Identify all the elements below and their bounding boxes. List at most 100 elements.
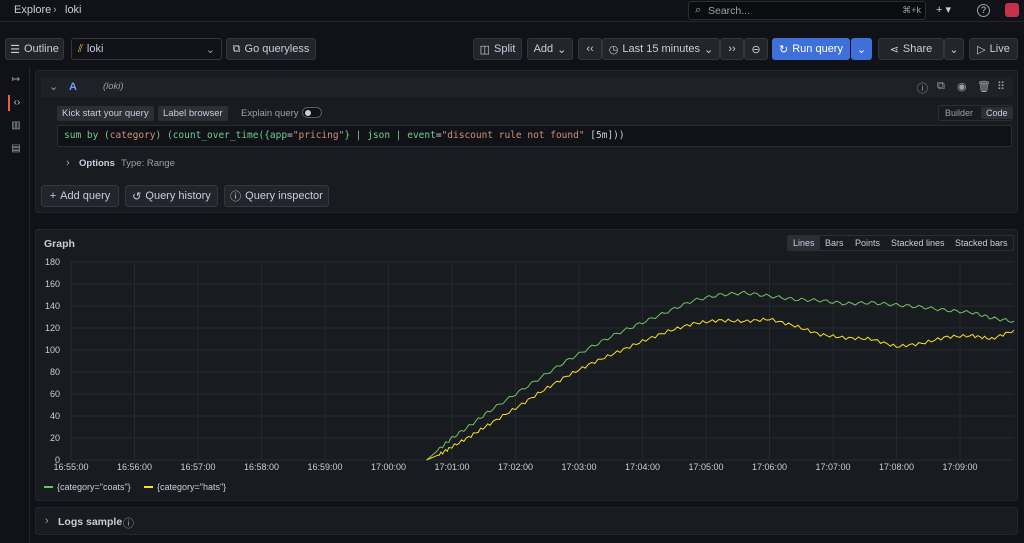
split-label: Split [494, 43, 516, 55]
chevron-down-icon: ⌄ [856, 43, 867, 56]
refresh-icon: ↻ [779, 43, 789, 56]
label-browser-button[interactable]: Label browser [158, 106, 228, 121]
query-help-icon[interactable]: ⓘ [917, 80, 928, 96]
share-icon: ⋖ [889, 43, 899, 56]
list-icon: ☰ [10, 43, 20, 56]
add-query-button[interactable]: + Add query [41, 185, 119, 207]
expr-app-value: "pricing" [292, 130, 345, 141]
eye-icon[interactable]: ◉ [957, 80, 967, 93]
query-letter[interactable]: A [69, 81, 77, 93]
expr-range: [5m])) [584, 130, 625, 141]
y-tick-label: 180 [45, 257, 60, 267]
live-label: Live [989, 43, 1010, 55]
share-button[interactable]: ⋖ Share [878, 38, 944, 60]
options-summary: Type: Range [121, 158, 175, 169]
expr-event-value: "discount rule not found" [441, 130, 585, 141]
history-icon: ↺ [132, 190, 142, 203]
y-tick-label: 140 [45, 301, 60, 311]
query-code-editor[interactable]: sum by (category) (count_over_time({app=… [57, 125, 1012, 147]
x-tick-label: 16:55:00 [53, 462, 88, 472]
x-tick-label: 16:59:00 [307, 462, 342, 472]
top-bar: Explore › loki ⌕ Search... ⌘+k + ▾ ? [0, 0, 1024, 22]
editor-mode-switch: Builder Code [938, 105, 1013, 121]
add-button[interactable]: Add ⌄ [527, 38, 573, 60]
explain-query-toggle[interactable] [302, 107, 322, 118]
search-input[interactable]: ⌕ Search... ⌘+k [688, 1, 926, 20]
time-back-button[interactable]: ‹‹ [578, 38, 602, 60]
y-tick-label: 60 [50, 389, 60, 399]
code-icon[interactable]: ‹› [8, 95, 24, 111]
run-query-label: Run query [792, 43, 843, 55]
outline-button[interactable]: ☰ Outline [5, 38, 64, 60]
x-tick-label: 17:06:00 [752, 462, 787, 472]
share-label: Share [902, 43, 933, 55]
graph-panel: Graph Lines Bars Points Stacked lines St… [35, 229, 1018, 501]
expand-icon[interactable]: ↦ [8, 72, 24, 88]
logs-sample-title[interactable]: Logs sample [58, 516, 122, 528]
datasource-picker[interactable]: ⫽ loki ⌄ [71, 38, 222, 60]
y-tick-label: 20 [50, 433, 60, 443]
go-queryless-label: Go queryless [244, 43, 310, 55]
kick-start-button[interactable]: Kick start your query [57, 106, 154, 121]
line-chart[interactable]: 02040608010012014016018016:55:00 16:56:00… [36, 230, 1019, 502]
zoom-out-button[interactable]: ⊖ [744, 38, 768, 60]
split-button[interactable]: ◫ Split [473, 38, 522, 60]
options-chevron-icon[interactable]: › [66, 157, 70, 169]
x-tick-label: 17:00:00 [371, 462, 406, 472]
logs-icon[interactable]: ▤ [8, 141, 24, 157]
logs-chevron-icon[interactable]: › [45, 515, 49, 527]
query-inspector-label: Query inspector [245, 190, 323, 202]
bar-chart-icon[interactable]: ▥ [8, 118, 24, 134]
builder-mode-tab[interactable]: Builder [945, 108, 973, 118]
x-tick-label: 17:05:00 [688, 462, 723, 472]
duplicate-icon[interactable]: ⧉ [937, 80, 945, 93]
series-line-coats [426, 290, 1015, 461]
x-tick-label: 17:02:00 [498, 462, 533, 472]
x-tick-label: 17:03:00 [561, 462, 596, 472]
query-inspector-button[interactable]: ⓘ Query inspector [224, 185, 329, 207]
y-tick-label: 160 [45, 279, 60, 289]
clock-icon: ◷ [608, 43, 619, 56]
breadcrumb-loki[interactable]: loki [65, 4, 82, 16]
options-toggle[interactable]: Options [79, 158, 115, 169]
time-range-picker[interactable]: ◷ Last 15 minutes ⌄ [602, 38, 720, 60]
x-tick-label: 16:58:00 [244, 462, 279, 472]
run-query-options-button[interactable]: ⌄ [851, 38, 872, 60]
breadcrumb-explore[interactable]: Explore [14, 4, 51, 16]
breadcrumb-separator: › [53, 4, 57, 16]
avatar[interactable] [1005, 3, 1019, 17]
play-icon: ▷ [977, 43, 986, 56]
query-editor-panel: ⌄ A (loki) ⓘ ⧉ ◉ 🗑 ⠿ Kick start your que… [35, 70, 1018, 213]
expr-event: event [407, 130, 436, 141]
go-queryless-button[interactable]: ⧉ Go queryless [226, 38, 316, 60]
search-icon: ⌕ [695, 4, 702, 16]
help-button[interactable]: ? [977, 4, 990, 17]
x-tick-label: 17:01:00 [434, 462, 469, 472]
logs-sample-panel[interactable]: › Logs sample ⓘ [35, 507, 1018, 535]
y-tick-label: 100 [45, 345, 60, 355]
query-history-button[interactable]: ↺ Query history [125, 185, 218, 207]
query-datasource: (loki) [103, 81, 124, 92]
plus-icon: + [49, 190, 57, 202]
x-tick-label: 16:56:00 [117, 462, 152, 472]
run-query-button[interactable]: ↻ Run query [772, 38, 850, 60]
search-shortcut: ⌘+k [902, 5, 921, 15]
time-forward-button[interactable]: ›› [720, 38, 744, 60]
share-options-button[interactable]: ⌄ [944, 38, 964, 60]
chevron-down-icon: ⌄ [557, 43, 567, 56]
y-tick-label: 120 [45, 323, 60, 333]
series-line-hats [426, 317, 1015, 461]
x-tick-label: 17:09:00 [943, 462, 978, 472]
trash-icon[interactable]: 🗑 [977, 80, 991, 93]
drag-handle-icon[interactable]: ⠿ [997, 80, 1005, 93]
live-button[interactable]: ▷ Live [969, 38, 1018, 60]
expr-json: } | json | [344, 130, 408, 141]
new-menu-button[interactable]: + ▾ [936, 3, 951, 16]
search-placeholder: Search... [708, 5, 751, 17]
collapse-chevron-icon[interactable]: ⌄ [49, 80, 58, 93]
add-query-label: Add query [60, 190, 111, 202]
chevron-down-icon: ⌄ [205, 43, 215, 56]
chevron-left-icon: ‹‹ [586, 43, 594, 55]
code-mode-tab[interactable]: Code [981, 107, 1013, 119]
x-tick-label: 17:04:00 [625, 462, 660, 472]
